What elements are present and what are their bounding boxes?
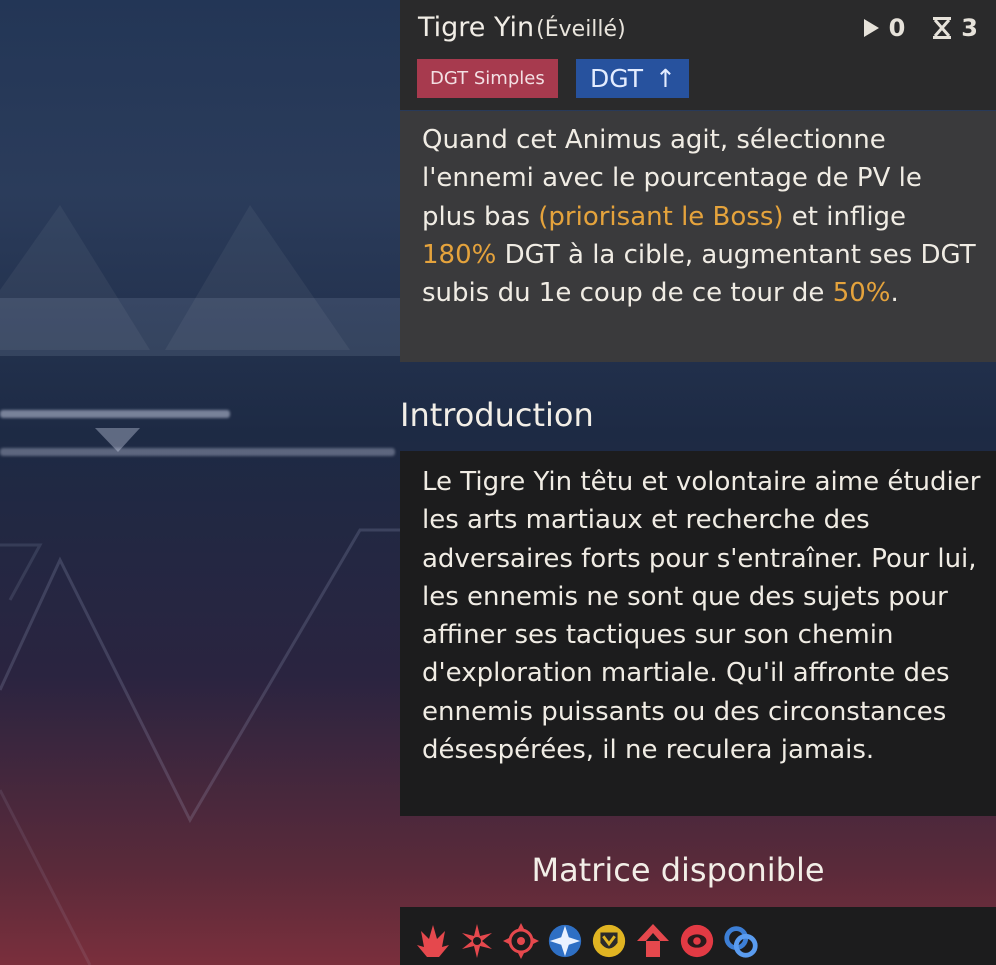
- skill-state: (Éveillé): [536, 17, 626, 42]
- cooldown-count: 3: [961, 14, 978, 42]
- skill-name: Tigre Yin: [418, 12, 535, 43]
- background-blurred-text: [0, 448, 395, 456]
- yellow-shield-icon[interactable]: [590, 919, 628, 963]
- background-triangles-graphic: [0, 205, 400, 965]
- skill-counters: 0 3: [861, 14, 978, 42]
- matrix-bar: [400, 907, 996, 965]
- description-text: .: [890, 278, 899, 309]
- description-text: et inflige: [783, 201, 907, 232]
- description-highlight: 180%: [422, 239, 497, 270]
- description-highlight: (priorisant le Boss): [538, 201, 784, 232]
- matrix-heading: Matrice disponible: [531, 851, 825, 889]
- matrix-icon-list: [414, 919, 760, 963]
- background-blurred-text: [0, 410, 230, 418]
- red-orb-icon[interactable]: [678, 919, 716, 963]
- skill-description: Quand cet Animus agit, sélectionne l'enn…: [422, 121, 982, 312]
- hourglass-icon: [931, 16, 953, 40]
- introduction-heading: Introduction: [400, 396, 594, 434]
- tag-damage-up: DGT ↑: [576, 59, 689, 98]
- description-highlight: 50%: [832, 278, 891, 309]
- tag-damage-type: DGT Simples: [417, 59, 558, 98]
- blue-chain-link-icon[interactable]: [722, 919, 760, 963]
- flame-crown-icon[interactable]: [414, 919, 452, 963]
- red-arrow-emblem-icon[interactable]: [634, 919, 672, 963]
- play-count: 0: [888, 14, 906, 42]
- skill-detail-panel: Tigre Yin(Éveillé) 0 3 DGT Simples DGT ↑…: [400, 0, 996, 965]
- crosshair-icon[interactable]: [502, 919, 540, 963]
- play-icon: [861, 17, 881, 39]
- red-burst-icon[interactable]: [458, 919, 496, 963]
- skill-description-box: Quand cet Animus agit, sélectionne l'enn…: [400, 111, 996, 362]
- tag-damage-type-label: DGT Simples: [430, 68, 545, 89]
- skill-header: Tigre Yin(Éveillé) 0 3 DGT Simples DGT ↑: [400, 0, 996, 110]
- introduction-text: Le Tigre Yin têtu et volontaire aime étu…: [422, 467, 981, 766]
- blue-compass-star-icon[interactable]: [546, 919, 584, 963]
- tag-damage-up-label: DGT: [590, 64, 644, 93]
- introduction-box: Le Tigre Yin têtu et volontaire aime étu…: [400, 451, 996, 816]
- background-decoration: [0, 0, 400, 965]
- skill-title: Tigre Yin(Éveillé): [418, 12, 626, 43]
- arrow-up-icon: ↑: [655, 64, 676, 93]
